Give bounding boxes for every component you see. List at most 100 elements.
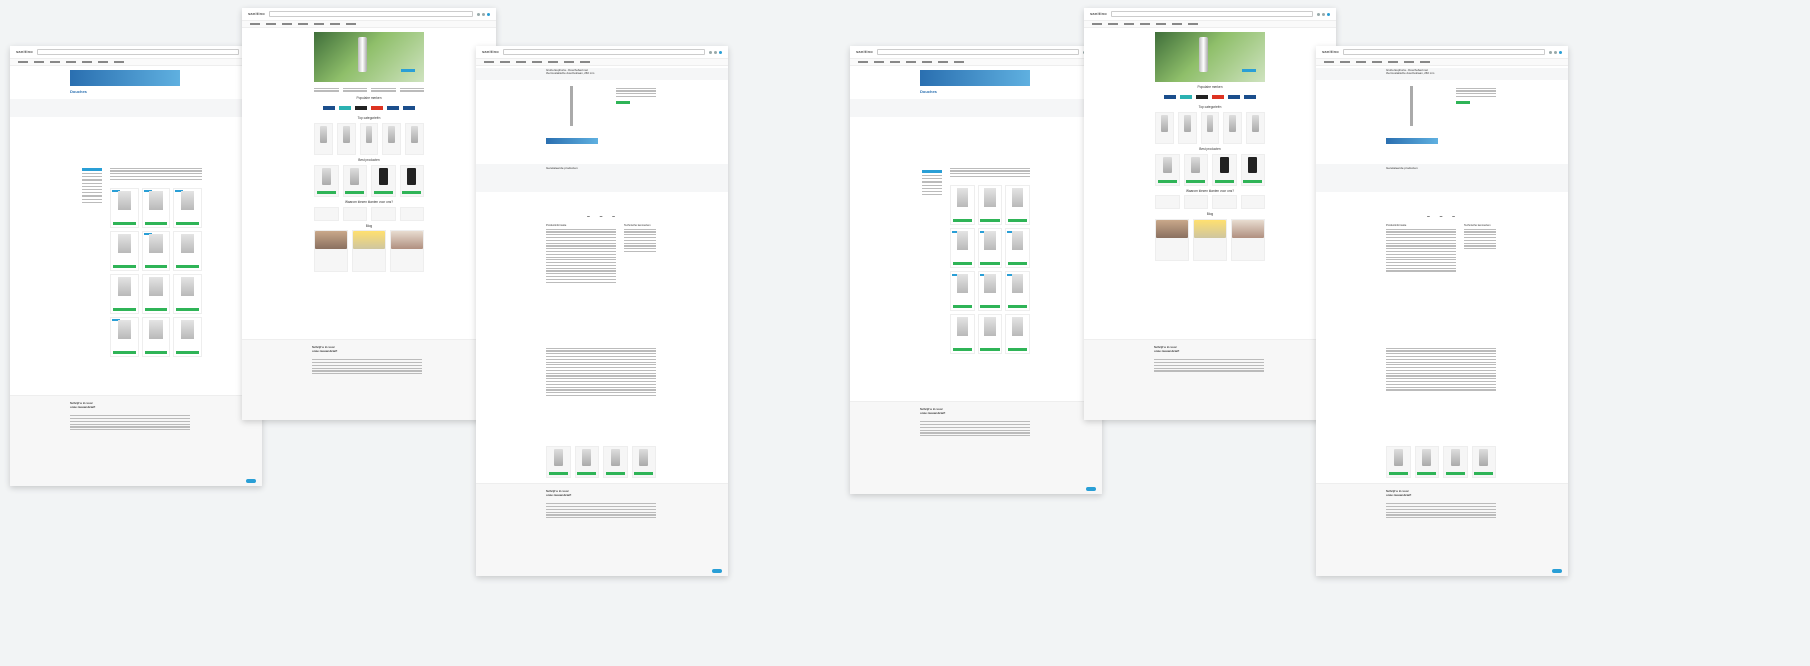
product-gallery[interactable] <box>1386 86 1446 126</box>
search-input[interactable] <box>876 49 1079 55</box>
category-card[interactable] <box>1200 111 1220 144</box>
product-card[interactable] <box>173 187 202 228</box>
category-card[interactable] <box>1223 111 1243 144</box>
category-card[interactable] <box>314 122 333 155</box>
cart-icon[interactable] <box>487 12 490 16</box>
product-card[interactable] <box>173 273 202 314</box>
product-card[interactable] <box>110 230 139 271</box>
category-card[interactable] <box>405 122 424 155</box>
heart-icon[interactable] <box>1554 50 1557 54</box>
chat-toggle[interactable] <box>246 479 256 483</box>
category-card[interactable] <box>1177 111 1197 144</box>
brand-logo[interactable] <box>403 106 415 110</box>
product-card[interactable] <box>631 446 656 478</box>
product-card[interactable] <box>603 446 628 478</box>
brand-logo[interactable] <box>371 106 383 110</box>
hero-banner[interactable] <box>314 32 424 82</box>
user-icon[interactable] <box>1317 12 1320 16</box>
tab-specs[interactable]: ▬ <box>600 215 603 218</box>
product-card[interactable] <box>141 316 171 357</box>
product-card[interactable] <box>1005 314 1030 355</box>
promo-banner[interactable] <box>546 138 598 144</box>
blog-card[interactable] <box>352 230 386 273</box>
promo-banner[interactable] <box>70 70 180 86</box>
product-card[interactable] <box>1414 446 1439 478</box>
add-to-cart-button[interactable] <box>1456 101 1470 105</box>
product-card[interactable] <box>173 316 202 357</box>
product-card[interactable] <box>1155 153 1180 186</box>
product-card[interactable] <box>977 314 1003 355</box>
chat-toggle[interactable] <box>1086 487 1096 491</box>
tab-reviews[interactable]: ▬ <box>612 215 615 218</box>
logo[interactable]: sanitino <box>16 49 33 55</box>
product-card[interactable] <box>950 314 975 355</box>
product-card[interactable] <box>110 273 139 314</box>
chat-toggle[interactable] <box>1552 569 1562 573</box>
logo[interactable]: sanitino <box>482 49 499 55</box>
product-card[interactable] <box>977 228 1003 269</box>
product-card[interactable] <box>1005 185 1030 226</box>
product-card[interactable] <box>950 185 975 226</box>
product-card[interactable] <box>574 446 599 478</box>
product-card[interactable] <box>314 164 339 197</box>
hero-banner[interactable] <box>1155 32 1265 82</box>
category-card[interactable] <box>336 122 356 155</box>
product-card[interactable] <box>173 230 202 271</box>
tab-description[interactable]: ▬ <box>587 215 590 218</box>
brand-logo[interactable] <box>339 106 351 110</box>
product-card[interactable] <box>546 446 571 478</box>
user-icon[interactable] <box>709 50 712 54</box>
search-input[interactable] <box>268 11 473 17</box>
logo[interactable]: sanitino <box>856 49 873 55</box>
tab-specs[interactable]: ▬ <box>1440 215 1443 218</box>
product-card[interactable] <box>950 271 975 312</box>
product-card[interactable] <box>141 273 171 314</box>
search-input[interactable] <box>36 49 239 55</box>
product-card[interactable] <box>1212 153 1237 186</box>
user-icon[interactable] <box>477 12 480 16</box>
product-card[interactable] <box>977 271 1003 312</box>
cart-icon[interactable] <box>1559 50 1562 54</box>
product-card[interactable] <box>110 187 139 228</box>
product-card[interactable] <box>141 230 171 271</box>
blog-card[interactable] <box>314 230 348 273</box>
product-card[interactable] <box>1443 446 1468 478</box>
heart-icon[interactable] <box>482 12 485 16</box>
search-input[interactable] <box>1110 11 1313 17</box>
category-card[interactable] <box>1155 111 1174 144</box>
cart-icon[interactable] <box>719 50 722 54</box>
logo[interactable]: sanitino <box>1322 49 1339 55</box>
logo[interactable]: sanitino <box>248 11 265 17</box>
add-to-cart-button[interactable] <box>616 101 630 105</box>
product-gallery[interactable] <box>546 86 606 126</box>
category-card[interactable] <box>1246 111 1265 144</box>
promo-banner[interactable] <box>920 70 1030 86</box>
product-card[interactable] <box>1183 153 1208 186</box>
product-card[interactable] <box>1240 153 1265 186</box>
product-card[interactable] <box>1471 446 1496 478</box>
product-card[interactable] <box>141 187 171 228</box>
category-card[interactable] <box>359 122 379 155</box>
product-card[interactable] <box>1005 228 1030 269</box>
tab-description[interactable]: ▬ <box>1427 215 1430 218</box>
logo[interactable]: sanitino <box>1090 11 1107 17</box>
brand-logo[interactable] <box>323 106 335 110</box>
heart-icon[interactable] <box>1322 12 1325 16</box>
hero-button[interactable] <box>401 69 416 72</box>
brand-logo[interactable] <box>387 106 399 110</box>
tab-reviews[interactable]: ▬ <box>1452 215 1455 218</box>
heart-icon[interactable] <box>714 50 717 54</box>
category-card[interactable] <box>382 122 402 155</box>
brand-logo[interactable] <box>355 106 367 110</box>
product-card[interactable] <box>1005 271 1030 312</box>
user-icon[interactable] <box>1549 50 1552 54</box>
product-card[interactable] <box>342 164 367 197</box>
product-card[interactable] <box>1386 446 1411 478</box>
product-card[interactable] <box>977 185 1003 226</box>
blog-card[interactable] <box>390 230 424 273</box>
search-input[interactable] <box>1342 49 1545 55</box>
search-input[interactable] <box>502 49 705 55</box>
chat-toggle[interactable] <box>712 569 722 573</box>
product-card[interactable] <box>950 228 975 269</box>
product-card[interactable] <box>399 164 424 197</box>
